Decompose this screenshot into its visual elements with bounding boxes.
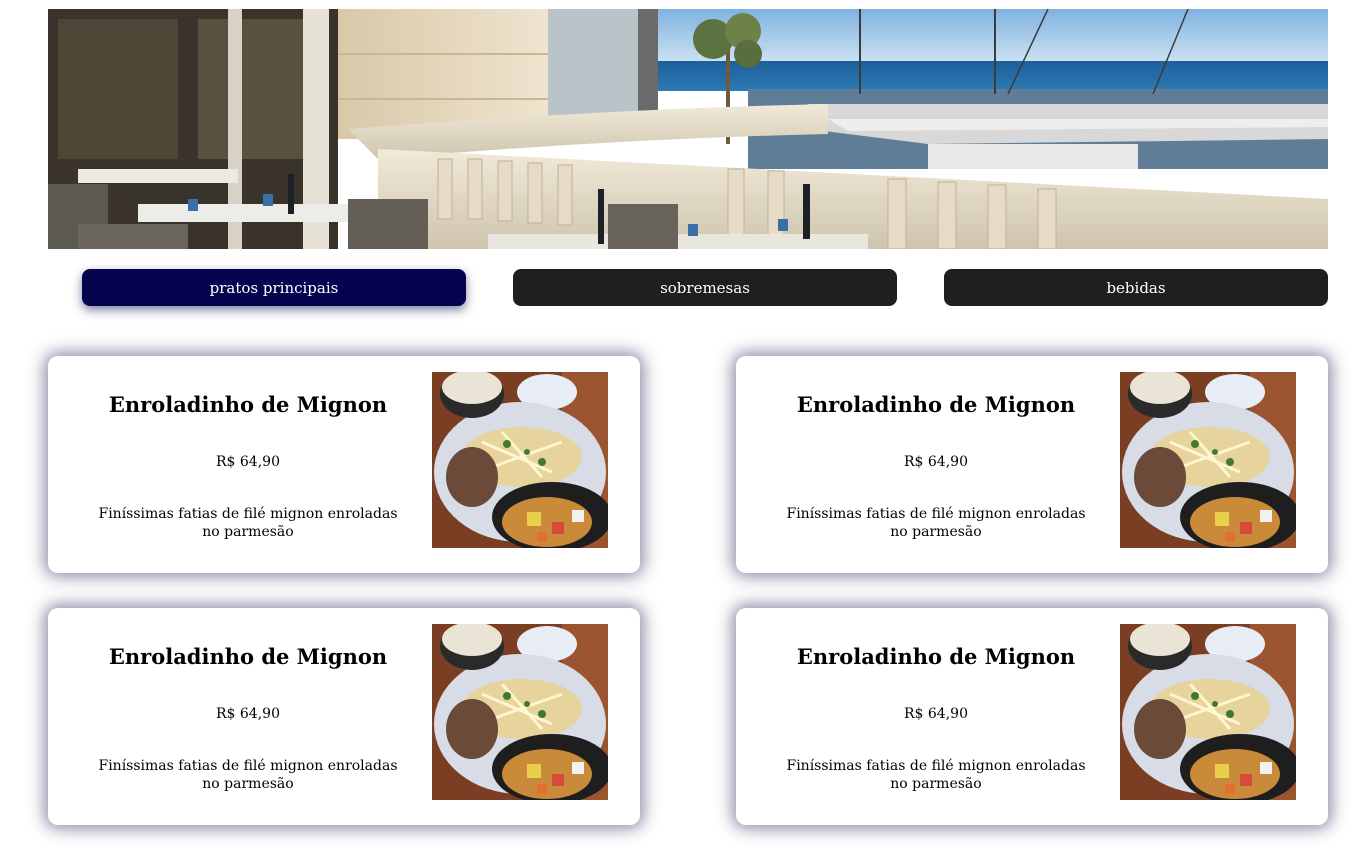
menu-item-title: Enroladinho de Mignon [796, 644, 1076, 669]
menu-item-info: Enroladinho de Mignon R$ 64,90 Finíssima… [88, 356, 408, 573]
tab-sobremesas[interactable]: sobremesas [513, 269, 897, 306]
menu-item-card[interactable]: Enroladinho de Mignon R$ 64,90 Finíssima… [736, 356, 1328, 573]
dish-photo [432, 624, 608, 800]
menu-item-info: Enroladinho de Mignon R$ 64,90 Finíssima… [776, 356, 1096, 573]
dish-photo [1120, 624, 1296, 800]
tab-pratos-principais[interactable]: pratos principais [82, 269, 466, 306]
menu-item-info: Enroladinho de Mignon R$ 64,90 Finíssima… [88, 608, 408, 825]
menu-item-card[interactable]: Enroladinho de Mignon R$ 64,90 Finíssima… [736, 608, 1328, 825]
menu-item-price: R$ 64,90 [216, 706, 280, 722]
menu-item-info: Enroladinho de Mignon R$ 64,90 Finíssima… [776, 608, 1096, 825]
tab-bebidas[interactable]: bebidas [944, 269, 1328, 306]
menu-item-price: R$ 64,90 [216, 454, 280, 470]
dish-photo [1120, 372, 1296, 548]
menu-item-description: Finíssimas fatias de filé mignon enrolad… [98, 506, 398, 540]
menu-item-description: Finíssimas fatias de filé mignon enrolad… [98, 758, 398, 792]
menu-item-card[interactable]: Enroladinho de Mignon R$ 64,90 Finíssima… [48, 356, 640, 573]
menu-item-description: Finíssimas fatias de filé mignon enrolad… [786, 506, 1086, 540]
menu-item-price: R$ 64,90 [904, 706, 968, 722]
menu-item-description: Finíssimas fatias de filé mignon enrolad… [786, 758, 1086, 792]
category-tabs: pratos principais sobremesas bebidas [82, 269, 1328, 306]
menu-item-title: Enroladinho de Mignon [108, 644, 388, 669]
hero-banner-image [48, 9, 1328, 249]
menu-item-card[interactable]: Enroladinho de Mignon R$ 64,90 Finíssima… [48, 608, 640, 825]
menu-item-price: R$ 64,90 [904, 454, 968, 470]
dish-photo [432, 372, 608, 548]
menu-item-title: Enroladinho de Mignon [108, 392, 388, 417]
menu-item-title: Enroladinho de Mignon [796, 392, 1076, 417]
